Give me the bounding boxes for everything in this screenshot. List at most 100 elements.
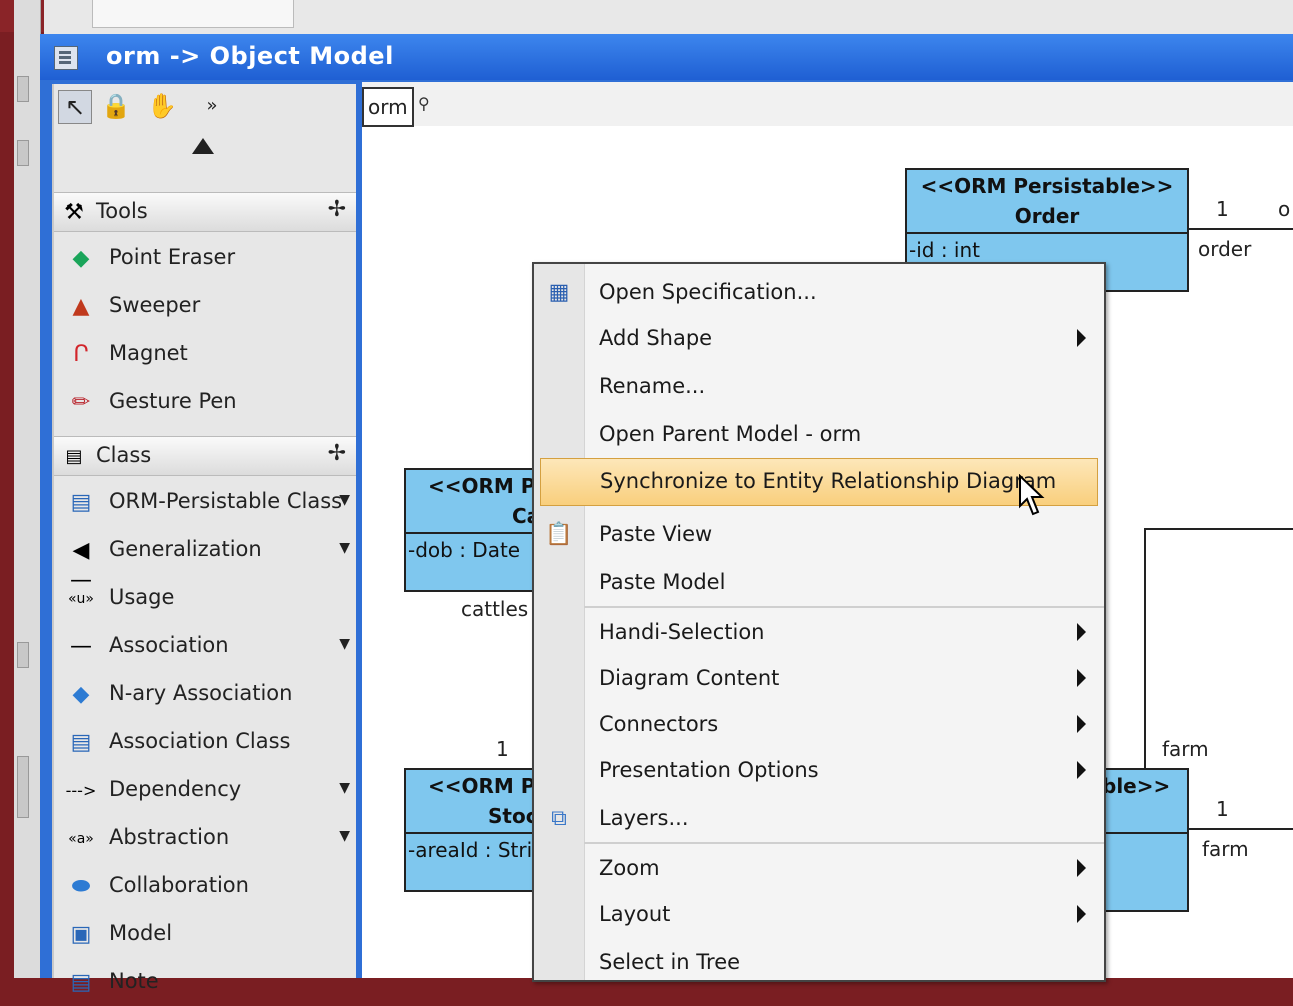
palette-item-point-eraser[interactable]: ◆ Point Eraser: [54, 236, 356, 282]
top-toolbar-strip: [44, 0, 1293, 34]
more-tools-icon[interactable]: »: [196, 90, 228, 122]
menu-item-layers[interactable]: ⧉ Layers...: [534, 796, 1104, 842]
class-group-label: Class: [96, 443, 152, 467]
palette-item-orm-persistable-class[interactable]: ▤ ORM-Persistable Class ▼: [54, 480, 356, 526]
menu-item-label: Open Specification...: [599, 280, 817, 304]
hand-icon[interactable]: ✋: [146, 90, 178, 122]
model-icon: ▣: [70, 922, 92, 947]
menu-item-label: Add Shape: [599, 326, 713, 350]
class-group-header[interactable]: ▤ Class ✢: [54, 436, 356, 476]
menu-item-open-parent-model[interactable]: Open Parent Model - orm: [534, 412, 1104, 458]
class-stereotype: <<ORM Persistable>>: [920, 174, 1174, 198]
dropdown-arrow-icon[interactable]: ▼: [339, 540, 350, 556]
menu-item-diagram-content[interactable]: Diagram Content: [534, 656, 1104, 702]
palette-item-label: Abstraction: [109, 825, 230, 849]
breadcrumb[interactable]: orm: [362, 87, 414, 127]
palette-item-note[interactable]: ▤ Note: [54, 960, 356, 1006]
panel-handle[interactable]: [17, 756, 29, 818]
dropdown-arrow-icon[interactable]: ▼: [339, 636, 350, 652]
panel-handle[interactable]: [17, 642, 29, 668]
top-tab[interactable]: [92, 0, 294, 28]
menu-item-paste-model[interactable]: Paste Model: [534, 560, 1104, 606]
pen-icon: ✏: [71, 390, 91, 415]
menu-item-label: Open Parent Model - orm: [599, 422, 862, 446]
orm-class-icon: ▤: [70, 490, 92, 515]
menu-item-label: Rename...: [599, 374, 706, 398]
menu-item-label: Handi-Selection: [599, 620, 765, 644]
search-icon[interactable]: ⚲: [418, 94, 430, 113]
submenu-arrow-icon: [1077, 859, 1086, 877]
menu-item-zoom[interactable]: Zoom: [534, 846, 1104, 892]
menu-item-label: Connectors: [599, 712, 719, 736]
palette-item-generalization[interactable]: ◀— Generalization ▼: [54, 528, 356, 593]
submenu-arrow-icon: [1077, 715, 1086, 733]
association-line[interactable]: [1144, 528, 1146, 770]
palette-item-label: Magnet: [109, 341, 188, 365]
palette-item-gesture-pen[interactable]: ✏ Gesture Pen: [54, 380, 356, 426]
pin-icon[interactable]: ✢: [328, 197, 346, 222]
menu-separator: [584, 842, 1104, 844]
dropdown-arrow-icon[interactable]: ▼: [339, 828, 350, 844]
palette-item-label: Gesture Pen: [109, 389, 237, 413]
menu-item-connectors[interactable]: Connectors: [534, 702, 1104, 748]
tools-group-label: Tools: [96, 199, 148, 223]
submenu-arrow-icon: [1077, 761, 1086, 779]
dropdown-arrow-icon[interactable]: ▼: [339, 780, 350, 796]
eraser-icon: ◆: [72, 246, 90, 271]
menu-item-synchronize-erd[interactable]: Synchronize to Entity Relationship Diagr…: [540, 458, 1098, 506]
association-line[interactable]: [1144, 528, 1293, 530]
role-label: o: [1278, 197, 1291, 221]
menu-item-add-shape[interactable]: Add Shape: [534, 316, 1104, 362]
menu-item-label: Paste View: [599, 522, 713, 546]
menu-item-handi-selection[interactable]: Handi-Selection: [534, 610, 1104, 656]
menu-item-open-specification[interactable]: ▦ Open Specification...: [534, 270, 1104, 316]
class-attribute: -id : int: [909, 238, 980, 262]
association-icon: —: [70, 634, 92, 659]
submenu-arrow-icon: [1077, 669, 1086, 687]
menu-separator: [584, 606, 1104, 608]
panel-handle[interactable]: [17, 76, 29, 102]
class-stereotype: ble>>: [1102, 774, 1171, 798]
palette-item-collaboration[interactable]: ⬬ Collaboration: [54, 864, 356, 910]
menu-item-label: Zoom: [599, 856, 660, 880]
palette-item-label: Dependency: [109, 777, 242, 801]
menu-item-presentation-options[interactable]: Presentation Options: [534, 748, 1104, 794]
palette-item-association-class[interactable]: ▤ Association Class: [54, 720, 356, 766]
palette-item-magnet[interactable]: Ր Magnet: [54, 332, 356, 378]
palette-item-label: Note: [109, 969, 159, 993]
palette-item-usage[interactable]: «u» Usage: [54, 576, 356, 622]
palette-item-label: Model: [109, 921, 173, 945]
menu-item-rename[interactable]: Rename...: [534, 364, 1104, 410]
menu-item-select-in-tree[interactable]: Select in Tree: [534, 940, 1104, 980]
dropdown-arrow-icon[interactable]: ▼: [339, 492, 350, 508]
class-attribute: -dob : Date: [408, 538, 521, 562]
palette-item-abstraction[interactable]: «a» Abstraction ▼: [54, 816, 356, 862]
association-line[interactable]: [1187, 228, 1293, 230]
palette-item-label: Generalization: [109, 537, 262, 561]
tools-group-header[interactable]: ⚒ Tools ✢: [54, 192, 356, 232]
generalization-icon: ◀—: [70, 538, 92, 593]
menu-item-layout[interactable]: Layout: [534, 892, 1104, 938]
collapse-triangle-icon[interactable]: [192, 138, 214, 154]
palette-item-label: Collaboration: [109, 873, 249, 897]
lock-icon[interactable]: 🔒: [100, 90, 132, 122]
role-label: order: [1198, 237, 1252, 261]
select-arrow-icon[interactable]: ↖: [58, 90, 92, 124]
panel-handle[interactable]: [17, 140, 29, 166]
palette-item-model[interactable]: ▣ Model: [54, 912, 356, 958]
palette-item-nary-association[interactable]: ◆ N-ary Association: [54, 672, 356, 718]
palette-item-dependency[interactable]: ---> Dependency ▼: [54, 768, 356, 814]
association-line[interactable]: [1187, 828, 1293, 830]
multiplicity-label: 1: [1216, 797, 1229, 821]
palette-item-label: Usage: [109, 585, 175, 609]
palette-item-sweeper[interactable]: ▲ Sweeper: [54, 284, 356, 330]
palette-item-association[interactable]: — Association ▼: [54, 624, 356, 670]
palette-item-label: Sweeper: [109, 293, 201, 317]
palette-item-label: Association Class: [109, 729, 291, 753]
dependency-icon: --->: [65, 781, 97, 800]
collaboration-icon: ⬬: [71, 874, 91, 899]
pin-icon[interactable]: ✢: [328, 441, 346, 466]
role-label: farm: [1202, 837, 1249, 861]
title-bar: orm -> Object Model: [40, 34, 1293, 80]
usage-icon: «u»: [67, 591, 94, 607]
